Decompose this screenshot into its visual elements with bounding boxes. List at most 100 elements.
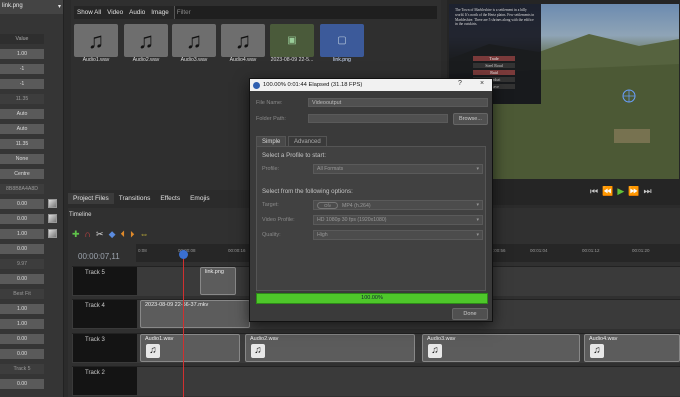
property-value[interactable]: Auto: [0, 108, 44, 119]
tab-project-files[interactable]: Project Files: [68, 193, 114, 204]
property-value[interactable]: 1.00: [0, 48, 44, 59]
playhead-handle[interactable]: [179, 250, 188, 259]
center-playhead-icon[interactable]: ⇔: [140, 229, 149, 239]
property-value[interactable]: 0.00: [0, 378, 44, 389]
keyframe-swatch-icon[interactable]: [48, 199, 57, 208]
done-button[interactable]: Done: [452, 308, 488, 320]
property-value[interactable]: 0.00: [0, 243, 44, 254]
property-value[interactable]: 0.00: [0, 333, 44, 344]
tab-emojis[interactable]: Emojis: [185, 193, 215, 204]
property-value[interactable]: 1.00: [0, 303, 44, 314]
file-name-input[interactable]: Videooutput: [308, 98, 488, 107]
clip-video[interactable]: 2023-08-09 22-56-37.mkv: [140, 300, 250, 328]
bin-item-audio4[interactable]: ♫: [221, 24, 265, 57]
help-icon[interactable]: ?: [458, 80, 462, 87]
browse-button[interactable]: Browse...: [453, 113, 488, 125]
video-profile-select[interactable]: HD 1080p 30 fps (1920x1080) ▾: [313, 215, 483, 225]
target-toggle[interactable]: Ofv: [317, 202, 339, 209]
property-row[interactable]: None: [0, 153, 64, 164]
property-row[interactable]: 0.00: [0, 333, 64, 344]
property-value[interactable]: -1: [0, 63, 44, 74]
close-icon[interactable]: ×: [480, 80, 484, 87]
property-row[interactable]: 1.00: [0, 228, 64, 239]
playhead-line[interactable]: [183, 250, 184, 397]
track-row[interactable]: [72, 366, 680, 396]
bin-item-link-png[interactable]: ▢: [320, 24, 364, 57]
property-value[interactable]: Auto: [0, 123, 44, 134]
tab-video[interactable]: Video: [104, 9, 126, 16]
keyframe-swatch-icon[interactable]: [48, 214, 57, 223]
add-track-icon[interactable]: ✚: [72, 229, 80, 240]
property-value[interactable]: 0.00: [0, 198, 44, 209]
keyframe-swatch-icon[interactable]: [48, 229, 57, 238]
jump-end-icon[interactable]: ⏭: [643, 186, 651, 197]
property-value[interactable]: 0.00: [0, 213, 44, 224]
clip-audio3[interactable]: Audio3.wav ♫: [422, 334, 580, 362]
property-value[interactable]: Centre: [0, 168, 44, 179]
previous-marker-icon[interactable]: ⏴: [120, 229, 125, 240]
property-row[interactable]: Centre: [0, 168, 64, 179]
property-row[interactable]: 11.35: [0, 138, 64, 149]
quality-select[interactable]: High ▾: [313, 230, 483, 240]
bin-item-video[interactable]: ▣: [270, 24, 314, 57]
property-row[interactable]: 0.00: [0, 243, 64, 254]
property-value[interactable]: None: [0, 153, 44, 164]
razor-icon[interactable]: ✂: [96, 229, 104, 240]
tab-effects[interactable]: Effects: [155, 193, 185, 204]
tab-image[interactable]: Image: [148, 9, 172, 16]
property-row[interactable]: Value: [0, 33, 64, 44]
property-value[interactable]: 9.97: [0, 258, 44, 269]
fast-forward-icon[interactable]: ⏩: [628, 186, 639, 197]
play-icon[interactable]: ▶: [617, 186, 624, 197]
property-row[interactable]: 0.00: [0, 213, 64, 224]
property-row[interactable]: Auto: [0, 108, 64, 119]
property-row[interactable]: 0.00: [0, 198, 64, 209]
property-value[interactable]: 8B8B8A4A8D: [0, 183, 44, 194]
property-row[interactable]: 0.00: [0, 378, 64, 389]
jump-start-icon[interactable]: ⏮: [590, 186, 598, 197]
clip-audio1[interactable]: Audio1.wav ♫: [140, 334, 240, 362]
property-row[interactable]: Track 5: [0, 363, 64, 374]
property-value[interactable]: 0.00: [0, 273, 44, 284]
bin-item-audio1[interactable]: ♫: [74, 24, 118, 57]
property-row[interactable]: 1.00: [0, 48, 64, 59]
property-row[interactable]: 0.00: [0, 273, 64, 284]
property-value[interactable]: Value: [0, 33, 44, 44]
clip-link-png[interactable]: link.png: [200, 267, 236, 295]
property-row[interactable]: 1.00: [0, 303, 64, 314]
bin-item-audio2[interactable]: ♫: [124, 24, 168, 57]
rewind-icon[interactable]: ⏪: [602, 186, 613, 197]
tab-transitions[interactable]: Transitions: [114, 193, 156, 204]
property-value[interactable]: 11.35: [0, 93, 44, 104]
property-value[interactable]: Track 5: [0, 363, 44, 374]
property-row[interactable]: 8B8B8A4A8D: [0, 183, 64, 194]
property-row[interactable]: -1: [0, 63, 64, 74]
tab-audio[interactable]: Audio: [126, 9, 148, 16]
property-value[interactable]: Best Fit: [0, 288, 44, 299]
next-marker-icon[interactable]: ⏵: [130, 229, 135, 240]
dropdown-arrow-icon[interactable]: ▾: [58, 3, 61, 11]
property-value[interactable]: 1.00: [0, 228, 44, 239]
property-row[interactable]: 1.00: [0, 318, 64, 329]
property-row[interactable]: 11.35: [0, 93, 64, 104]
property-value[interactable]: 0.00: [0, 348, 44, 359]
clip-audio4[interactable]: Audio4.wav ♫: [584, 334, 680, 362]
magnet-icon[interactable]: ∩: [85, 229, 91, 239]
add-marker-icon[interactable]: ◆: [109, 229, 116, 240]
property-row[interactable]: Best Fit: [0, 288, 64, 299]
property-row[interactable]: Auto: [0, 123, 64, 134]
property-row[interactable]: 0.00: [0, 348, 64, 359]
property-row[interactable]: 9.97: [0, 258, 64, 269]
target-select[interactable]: Ofv MP4 (h.264) ▾: [313, 200, 483, 210]
property-value[interactable]: 11.35: [0, 138, 44, 149]
property-row[interactable]: -1: [0, 78, 64, 89]
property-value[interactable]: 1.00: [0, 318, 44, 329]
property-value[interactable]: -1: [0, 78, 44, 89]
ruler-tick: 00:01:04: [530, 248, 548, 253]
bin-item-audio3[interactable]: ♫: [172, 24, 216, 57]
filter-input[interactable]: Filter: [173, 6, 437, 19]
folder-path-input[interactable]: [308, 114, 448, 123]
tab-show-all[interactable]: Show All: [74, 9, 104, 16]
clip-audio2[interactable]: Audio2.wav ♫: [245, 334, 415, 362]
profile-select[interactable]: All Formats ▾: [313, 164, 483, 174]
